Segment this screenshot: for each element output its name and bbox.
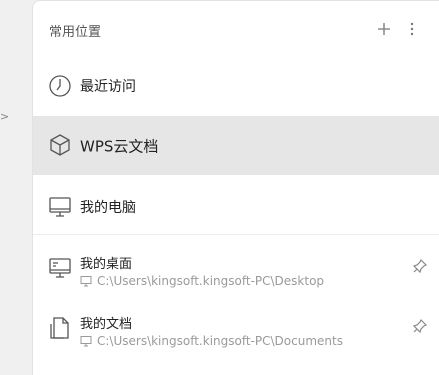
location-item-recent[interactable]: 最近访问 [33,59,439,113]
item-label: 我的电脑 [80,199,136,216]
desktop-icon [47,255,73,281]
item-label: 我的文档 [80,317,133,332]
item-path: C:\Users\kingsoft.kingsoft-PC\Documents [80,334,343,348]
location-item-my-computer[interactable]: 我的电脑 [33,179,439,235]
pin-icon[interactable] [411,317,429,335]
cube-icon [47,132,73,158]
common-locations-panel: 常用位置 最近访问 WPS云文档 我的电脑 我的桌面 C:\Users\king… [32,0,439,375]
documents-icon [47,315,73,341]
plus-icon[interactable] [374,19,394,39]
item-path-text: C:\Users\kingsoft.kingsoft-PC\Desktop [97,274,325,288]
computer-small-icon [80,275,92,287]
chevron-right-icon[interactable]: > [0,110,10,124]
item-label: WPS云文档 [80,137,159,155]
panel-header: 常用位置 [33,1,439,59]
monitor-icon [47,194,73,220]
location-item-documents[interactable]: 我的文档 C:\Users\kingsoft.kingsoft-PC\Docum… [33,297,439,357]
pin-icon[interactable] [411,257,429,275]
location-item-desktop[interactable]: 我的桌面 C:\Users\kingsoft.kingsoft-PC\Deskt… [33,237,439,297]
panel-title: 常用位置 [49,25,102,40]
item-path: C:\Users\kingsoft.kingsoft-PC\Desktop [80,274,324,288]
item-label: 我的桌面 [80,257,133,272]
more-vertical-icon[interactable] [402,19,422,39]
location-item-wps-cloud[interactable]: WPS云文档 [33,116,439,175]
item-label: 最近访问 [80,79,136,95]
computer-small-icon [80,335,92,347]
item-path-text: C:\Users\kingsoft.kingsoft-PC\Documents [97,334,343,348]
clock-icon [47,73,73,99]
